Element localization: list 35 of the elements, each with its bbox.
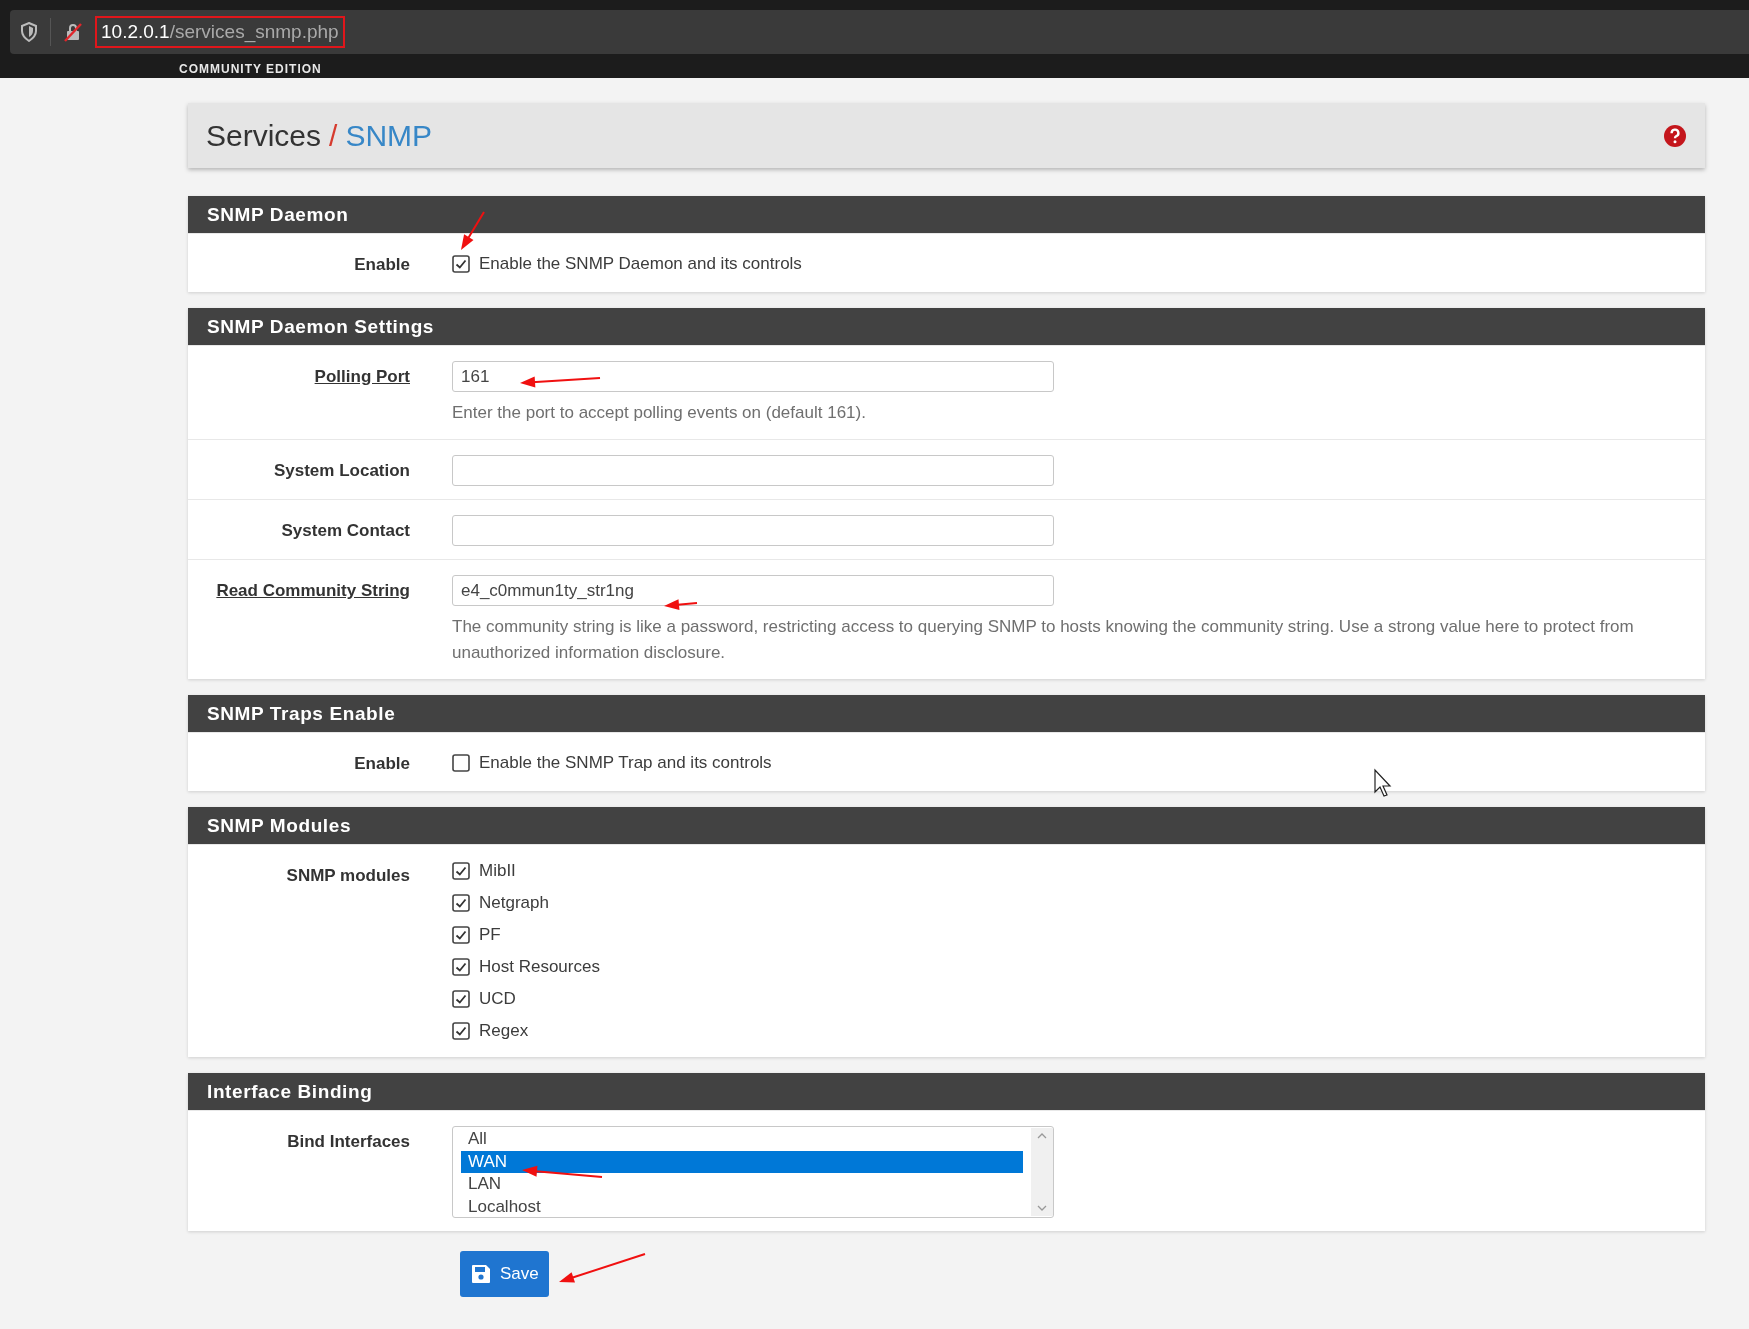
text-input-field[interactable]: 161 (452, 361, 1054, 392)
list-option[interactable]: Localhost (461, 1195, 1023, 1218)
checkbox-label: Enable the SNMP Daemon and its controls (479, 254, 802, 274)
field-label: Bind Interfaces (287, 1131, 410, 1152)
breadcrumb-separator: / (329, 118, 338, 153)
list-option[interactable]: All (461, 1128, 1023, 1151)
checkbox-label: PF (479, 925, 501, 945)
field-label: System Contact (281, 520, 410, 541)
address-bar-url[interactable]: 10.2.0.1/services_snmp.php (95, 16, 345, 48)
panel-header: Interface Binding (188, 1073, 1705, 1110)
field-label-link[interactable]: Polling Port (314, 361, 410, 387)
field-label: SNMP modules (286, 865, 410, 886)
field-label: Enable (354, 254, 410, 275)
checkbox-label: Netgraph (479, 893, 549, 913)
field-label: Enable (354, 753, 410, 774)
field-label-link[interactable]: Read Community String (216, 575, 410, 601)
checkbox-label: MibII (479, 861, 516, 881)
text-input-field[interactable]: e4_c0mmun1ty_str1ng (452, 575, 1054, 606)
field-label: System Location (273, 460, 410, 481)
help-text: The community string is like a password, restricting access to querying SNMP to hosts knowing the community string. Use a strong value here to protect from unauthorized information disclosure. (452, 616, 1635, 664)
edition-label: COMMUNITY EDITION (179, 62, 323, 76)
breadcrumb-link[interactable]: Services (206, 118, 322, 153)
list-option[interactable]: WAN (461, 1150, 1023, 1173)
panel-header: SNMP Daemon (188, 196, 1705, 233)
list-option[interactable]: LAN (461, 1173, 1023, 1196)
panel-header: SNMP Traps Enable (188, 695, 1705, 732)
panel-header: SNMP Daemon Settings (188, 308, 1705, 345)
checkbox-label: UCD (479, 989, 516, 1009)
help-text: Enter the port to accept polling events on (default 161). (452, 402, 867, 424)
checkbox-label: Enable the SNMP Trap and its controls (479, 753, 772, 773)
checkbox-label: Host Resources (479, 957, 600, 977)
interface-listbox[interactable]: All WAN LAN Localhost (452, 1126, 1054, 1218)
save-button[interactable]: Save (460, 1251, 549, 1297)
checkbox-label: Regex (479, 1021, 529, 1041)
panel-header: SNMP Modules (188, 807, 1705, 844)
